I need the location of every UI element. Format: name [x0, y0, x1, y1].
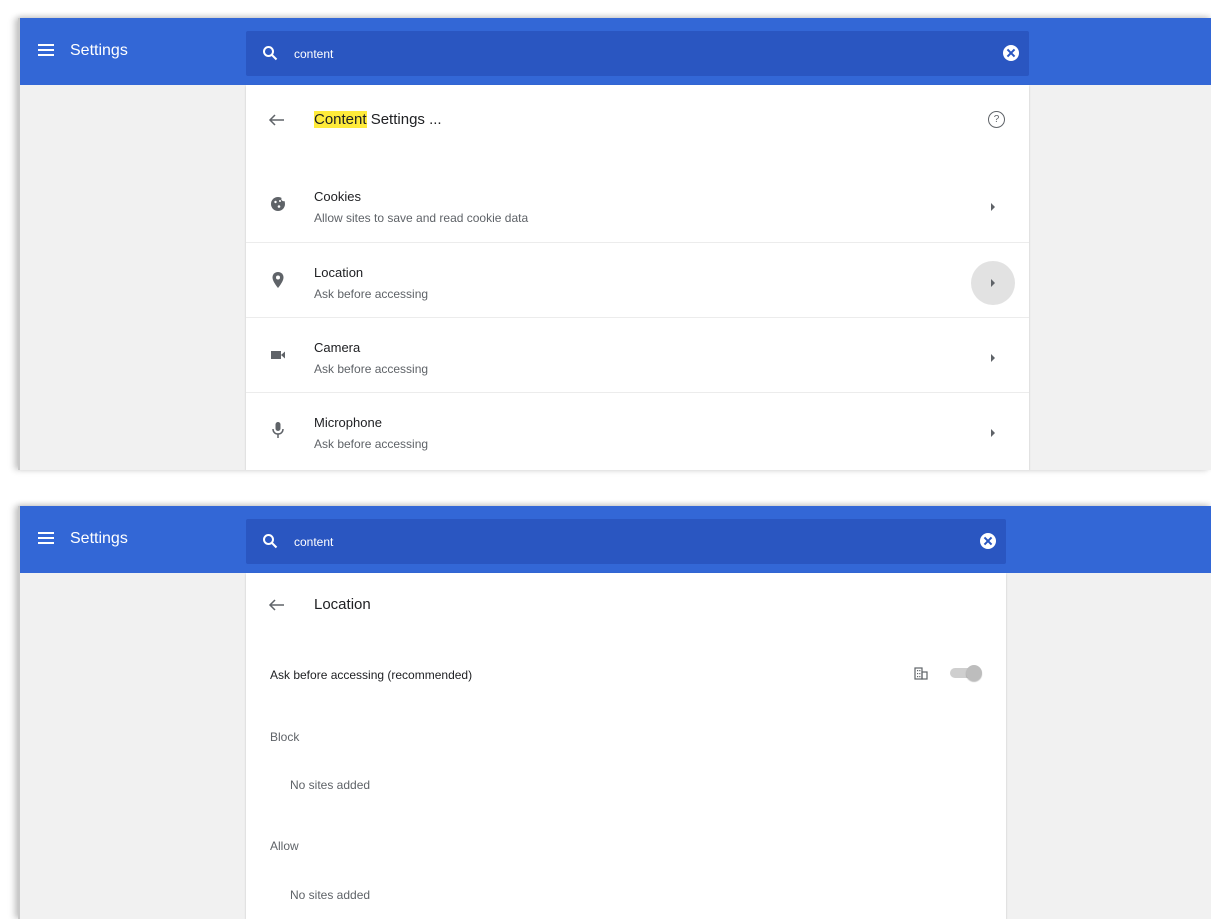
allow-empty-text: No sites added	[290, 888, 371, 902]
row-title: Microphone	[314, 415, 382, 430]
chevron-right-icon[interactable]	[971, 185, 1015, 229]
app-title: Settings	[70, 42, 128, 59]
back-arrow-icon[interactable]	[268, 598, 286, 612]
ask-before-accessing-toggle[interactable]	[950, 665, 982, 681]
chevron-right-icon[interactable]	[971, 411, 1015, 455]
search-input[interactable]: content	[294, 535, 333, 549]
chevron-right-icon[interactable]	[971, 261, 1015, 305]
row-subtitle: Ask before accessing	[314, 437, 429, 451]
settings-row-camera[interactable]: Camera Ask before accessing	[246, 317, 1029, 393]
camera-icon	[271, 351, 285, 359]
clear-search-icon[interactable]	[980, 533, 996, 549]
search-icon	[263, 534, 278, 549]
microphone-icon	[272, 422, 284, 438]
content-settings-card: Content Settings ... ? Cookies Allow sit…	[246, 85, 1029, 470]
page-title: Content Settings ...	[314, 111, 442, 128]
search-input[interactable]: content	[294, 47, 333, 61]
search-box[interactable]: content	[246, 31, 1029, 76]
search-icon	[263, 46, 278, 61]
app-title: Settings	[70, 530, 128, 547]
settings-row-cookies[interactable]: Cookies Allow sites to save and read coo…	[246, 167, 1029, 242]
menu-icon[interactable]	[38, 42, 56, 58]
allow-section-label: Allow	[270, 839, 299, 853]
block-section-label: Block	[270, 730, 300, 744]
toolbar: Settings content	[20, 18, 1211, 85]
block-empty-text: No sites added	[290, 778, 371, 792]
row-subtitle: Ask before accessing	[314, 287, 429, 301]
location-settings-card: Location Ask before accessing (recommend…	[246, 573, 1006, 919]
row-title: Cookies	[314, 189, 361, 204]
row-subtitle: Allow sites to save and read cookie data	[314, 211, 529, 225]
row-title: Camera	[314, 340, 361, 355]
row-subtitle: Ask before accessing	[314, 362, 429, 376]
toolbar: Settings content	[20, 506, 1211, 573]
page-title: Location	[314, 596, 371, 613]
settings-window-content: Settings content Content Settings ... ?	[18, 18, 1211, 470]
search-highlight: Content	[314, 111, 367, 128]
location-pin-icon	[272, 272, 284, 288]
clear-search-icon[interactable]	[1003, 45, 1019, 61]
toggle-knob	[966, 665, 982, 681]
menu-icon[interactable]	[38, 530, 56, 546]
settings-row-location[interactable]: Location Ask before accessing	[246, 242, 1029, 318]
ask-before-accessing-label: Ask before accessing (recommended)	[270, 668, 473, 682]
enterprise-policy-icon	[914, 667, 928, 680]
row-title: Location	[314, 265, 364, 280]
settings-row-microphone[interactable]: Microphone Ask before accessing	[246, 392, 1029, 468]
cookie-icon	[271, 196, 286, 211]
help-icon[interactable]: ?	[988, 111, 1005, 128]
back-arrow-icon[interactable]	[268, 113, 286, 127]
page-title-rest: Settings ...	[366, 111, 442, 128]
chevron-right-icon[interactable]	[971, 336, 1015, 380]
settings-window-location: Settings content Location Ask before acc…	[18, 506, 1211, 919]
search-box[interactable]: content	[246, 519, 1006, 564]
